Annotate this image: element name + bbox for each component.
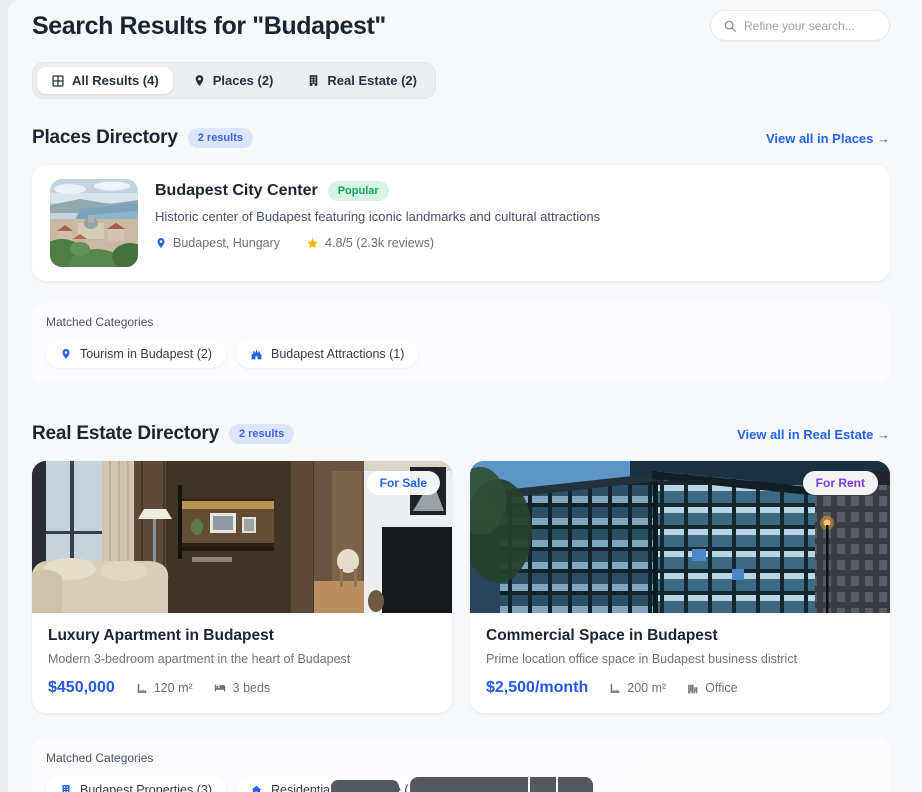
places-directory-section: Places Directory 2 results View all in P… [32,127,890,383]
search-icon [723,19,737,33]
listing-area: 120 m² [135,681,193,695]
landmark-icon [250,348,263,361]
matched-categories-label: Matched Categories [46,751,876,765]
view-all-places-link[interactable]: View all in Places → [766,131,890,146]
places-matched-categories: Matched Categories Tourism in Budapest (… [32,303,890,383]
page-header: Search Results for "Budapest" [32,10,890,41]
star-icon [306,237,319,250]
office-icon [686,682,699,695]
building-icon [307,74,320,87]
place-description: Historic center of Budapest featuring ic… [155,209,600,224]
listing-area-text: 120 m² [154,681,193,695]
category-pill-properties[interactable]: Budapest Properties (3) [46,776,226,792]
bed-icon [213,681,227,695]
search-results-page: Search Results for "Budapest" All Result… [8,0,922,792]
category-pill-label: Budapest Attractions (1) [271,347,404,361]
status-badge-for-rent: For Rent [803,471,878,495]
tab-all-results[interactable]: All Results (4) [37,67,173,94]
listing-beds: 3 beds [213,681,271,695]
category-pill-label: Tourism in Budapest (2) [80,347,212,361]
realestate-directory-section: Real Estate Directory 2 results View all… [32,423,890,792]
listing-area-text: 200 m² [627,681,666,695]
places-section-header: Places Directory 2 results View all in P… [32,127,890,149]
place-card-content: Budapest City Center Popular Historic ce… [155,179,600,250]
listing-description: Modern 3-bedroom apartment in the heart … [48,652,436,666]
results-tab-bar: All Results (4) Places (2) Real Estate (… [32,62,436,99]
listing-area: 200 m² [608,681,666,695]
page-title: Search Results for "Budapest" [32,10,386,41]
place-location: Budapest, Hungary [155,236,280,250]
map-pin-icon [60,348,72,360]
tab-places[interactable]: Places (2) [179,67,288,94]
category-pill-label: Budapest Properties (3) [80,783,212,792]
realestate-count-badge: 2 results [229,424,294,444]
popular-badge: Popular [328,181,389,201]
places-section-title: Places Directory [32,127,178,149]
budapest-cityscape-photo [50,179,138,267]
house-icon [250,784,263,792]
refine-search-box[interactable] [710,10,890,41]
category-pill-attractions[interactable]: Budapest Attractions (1) [236,340,418,368]
places-count-badge: 2 results [188,128,253,148]
place-location-text: Budapest, Hungary [173,236,280,250]
search-input[interactable] [744,19,877,33]
listing-card-apartment[interactable]: For Sale Luxury Apartment in Budapest Mo… [32,461,452,713]
tab-label: Real Estate (2) [327,73,417,88]
ruler-icon [135,682,148,695]
realestate-section-title: Real Estate Directory [32,423,219,445]
realestate-section-header: Real Estate Directory 2 results View all… [32,423,890,445]
listing-price: $450,000 [48,679,115,697]
category-pill-tourism[interactable]: Tourism in Budapest (2) [46,340,226,368]
category-pill-label: Residential Real Estate (1) [271,783,420,792]
tab-label: All Results (4) [72,73,159,88]
tab-label: Places (2) [213,73,274,88]
listing-price: $2,500/month [486,679,588,697]
ruler-icon [608,682,621,695]
building-icon [60,784,72,792]
status-badge-for-sale: For Sale [367,471,440,495]
tab-real-estate[interactable]: Real Estate (2) [293,67,431,94]
place-rating-text: 4.8/5 (2.3k reviews) [325,236,434,250]
listing-title: Commercial Space in Budapest [486,627,874,645]
office-building-photo: For Rent [470,461,890,613]
listing-title: Luxury Apartment in Budapest [48,627,436,645]
place-rating: 4.8/5 (2.3k reviews) [306,236,434,250]
grid-icon [51,74,65,88]
realestate-matched-categories: Matched Categories Budapest Properties (… [32,739,890,792]
apartment-interior-photo: For Sale [32,461,452,613]
map-pin-icon [193,74,206,87]
category-pill-residential[interactable]: Residential Real Estate (1) [236,776,434,792]
map-pin-icon [155,237,167,249]
view-all-realestate-link[interactable]: View all in Real Estate → [737,427,890,442]
listing-card-commercial[interactable]: For Rent Commercial Space in Budapest Pr… [470,461,890,713]
place-result-card[interactable]: Budapest City Center Popular Historic ce… [32,165,890,281]
listing-beds-text: 3 beds [233,681,271,695]
listing-type: Office [686,681,737,695]
place-title: Budapest City Center [155,182,318,200]
matched-categories-label: Matched Categories [46,315,876,329]
listing-description: Prime location office space in Budapest … [486,652,874,666]
listing-type-text: Office [705,681,737,695]
